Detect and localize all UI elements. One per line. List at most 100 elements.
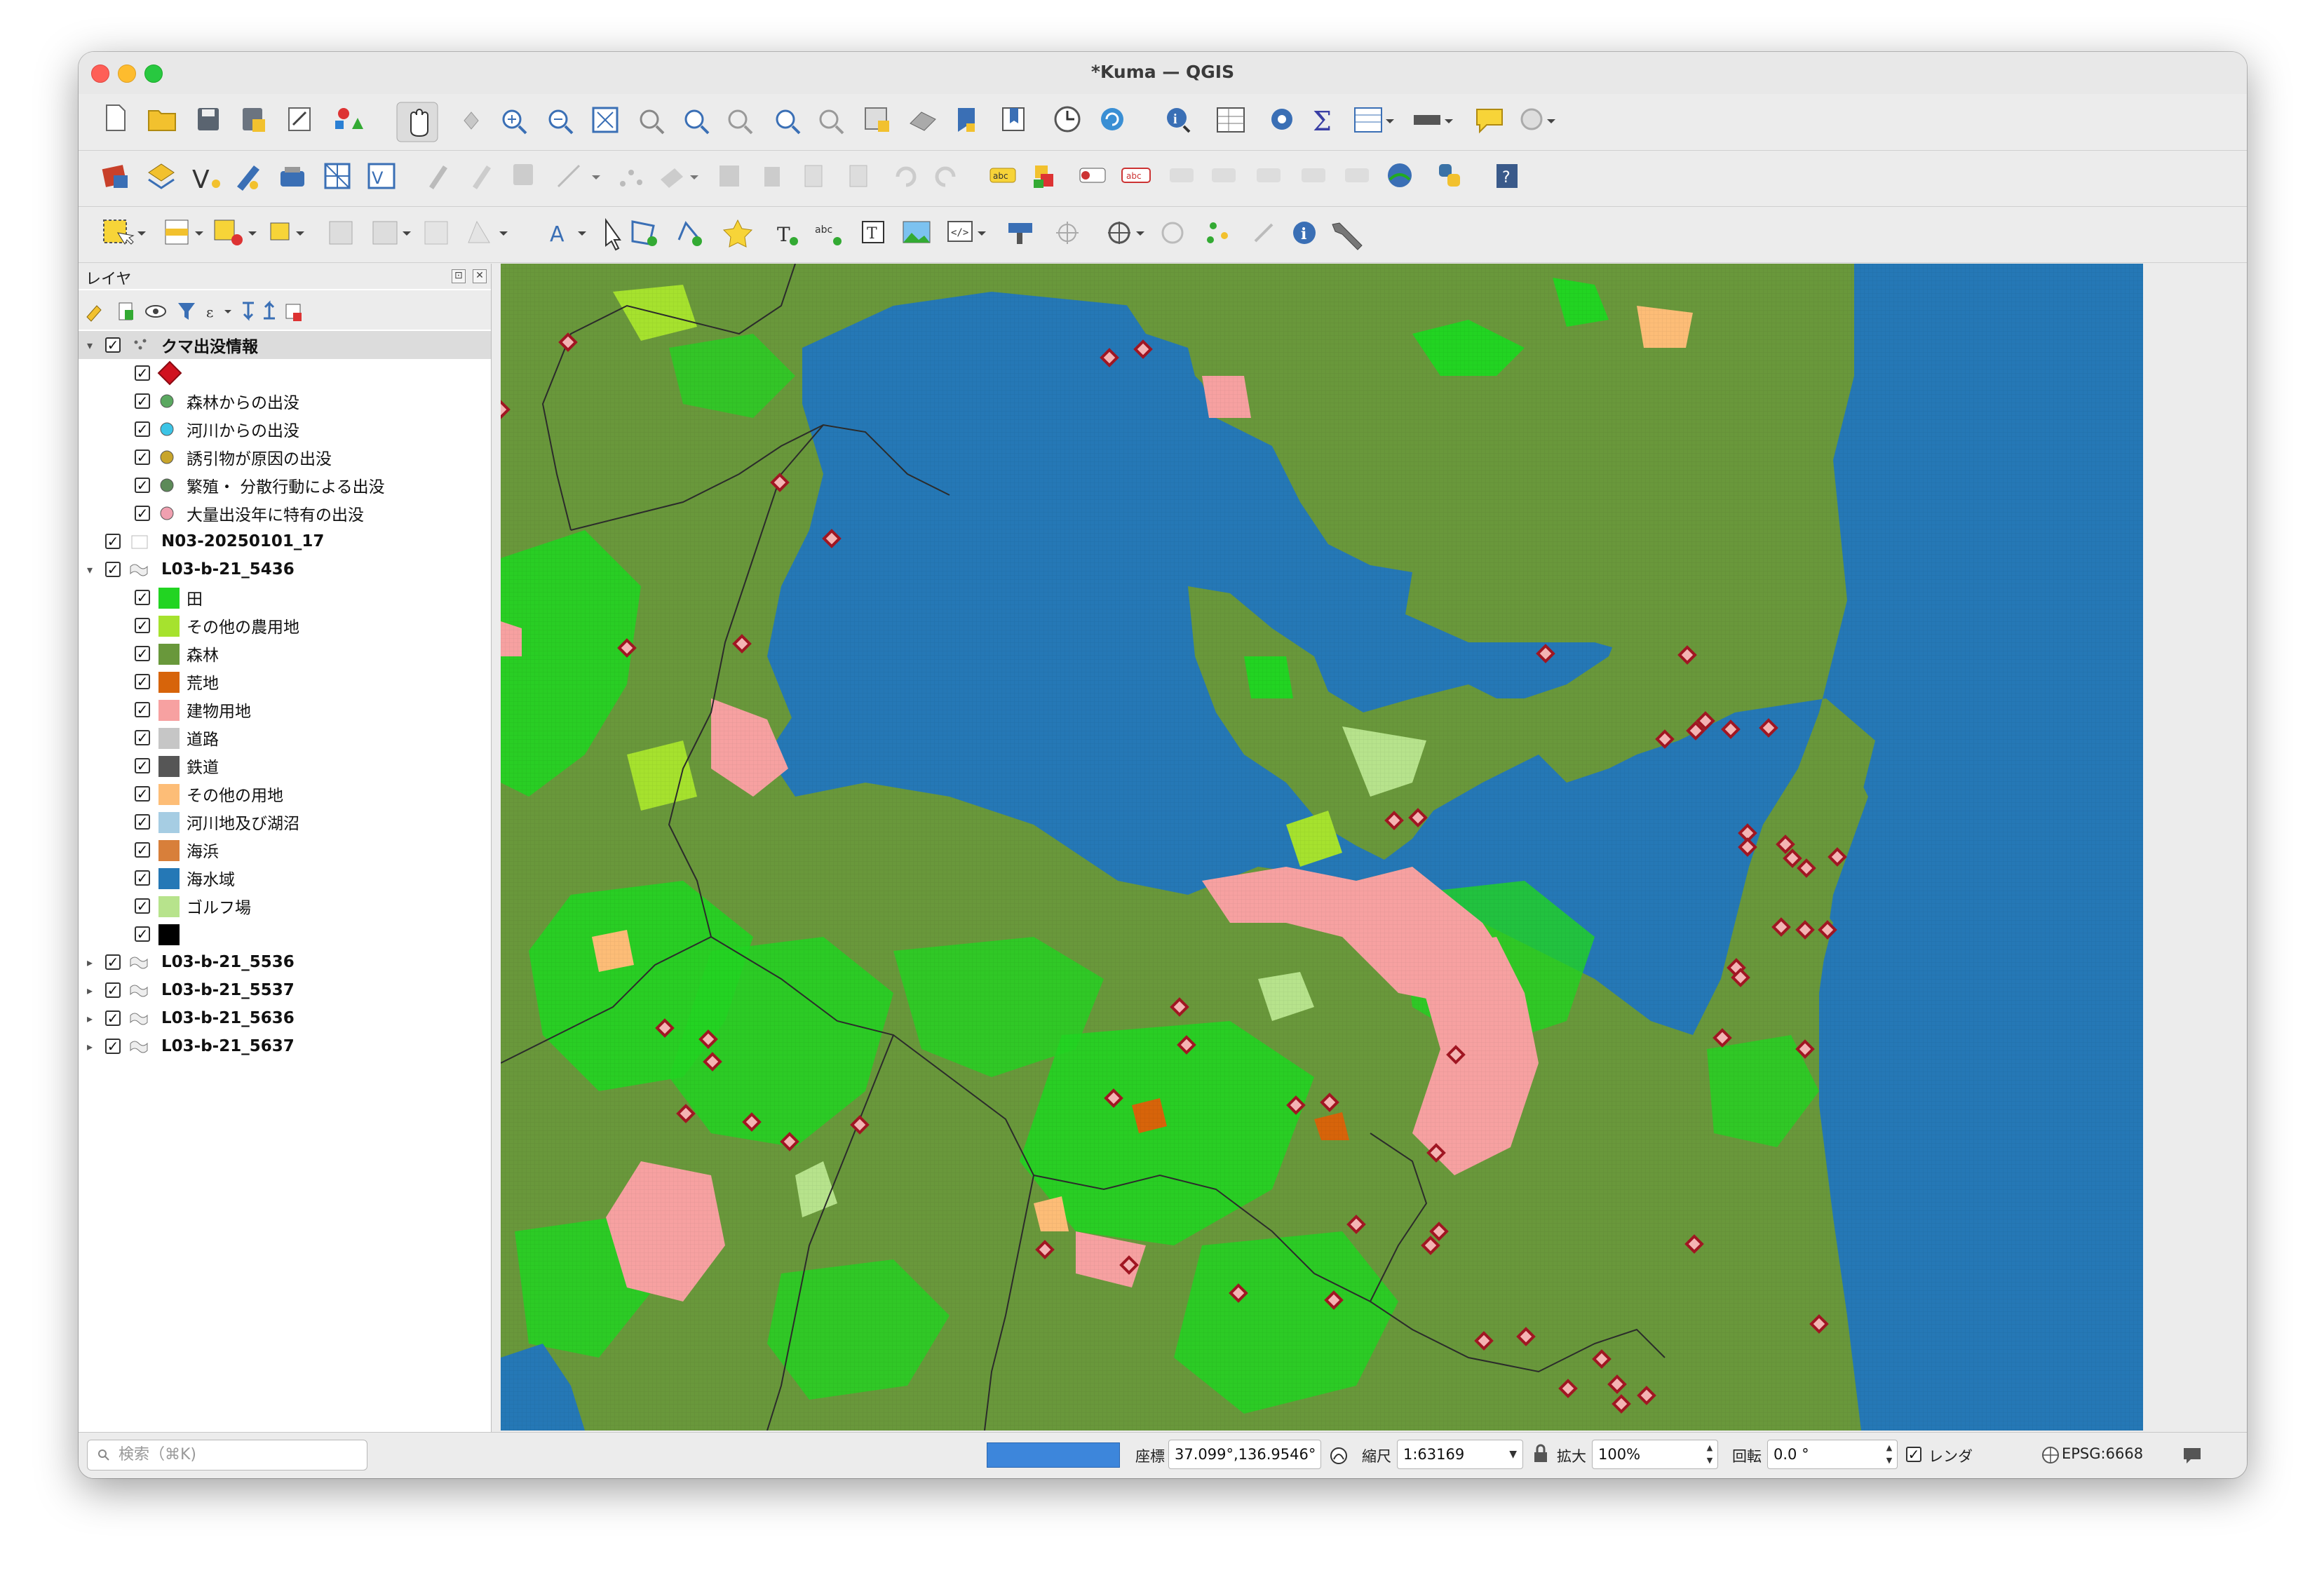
legend-item-checkbox[interactable]: ✓ <box>135 421 150 437</box>
layer-group-row[interactable]: ▸ ✓ L03-b-21_5637 <box>79 1032 491 1060</box>
georeferencer-icon[interactable] <box>1388 163 1412 187</box>
layer-visibility-checkbox[interactable]: ✓ <box>105 562 121 577</box>
legend-item-row[interactable]: ✓ 河川地及び湖沼 <box>79 808 491 836</box>
new-3d-map-view-icon[interactable] <box>910 111 936 131</box>
legend-item-row[interactable]: ✓ 鉄道 <box>79 752 491 780</box>
style-paint-icon[interactable] <box>86 305 102 322</box>
layer-group-row[interactable]: ▾ ✓ L03-b-21_5436 <box>79 555 491 583</box>
layout-manager-icon[interactable] <box>288 107 311 131</box>
processing-toolbox-icon[interactable] <box>1271 109 1292 130</box>
legend-item-row[interactable]: ✓ 建物用地 <box>79 696 491 724</box>
add-vector-layer-icon[interactable] <box>148 163 175 189</box>
lock-icon[interactable] <box>1532 1444 1550 1465</box>
digitize-with-segment-icon[interactable] <box>557 164 600 188</box>
legend-item-row[interactable]: ✓ 繁殖・ 分散行動による出没 <box>79 471 491 499</box>
label-change-icon[interactable] <box>1257 168 1281 182</box>
rotation-spinbox[interactable]: 0.0 ° ▲ ▼ <box>1767 1440 1898 1469</box>
spin-arrows-icon[interactable]: ▲ ▼ <box>1703 1442 1716 1467</box>
zoom-out-icon[interactable] <box>548 109 574 135</box>
legend-item-row[interactable]: ✓ 大量出没年に特有の出没 <box>79 499 491 527</box>
copy-features-icon[interactable] <box>804 165 823 187</box>
layer-group-row[interactable]: ▸ ✓ L03-b-21_5636 <box>79 1004 491 1032</box>
label-rules-icon[interactable] <box>1034 165 1053 188</box>
map-tips-icon[interactable] <box>1476 109 1503 134</box>
expand-arrow-icon[interactable]: ▸ <box>84 1012 95 1025</box>
new-mesh-layer-icon[interactable] <box>324 163 351 189</box>
layer-visibility-checkbox[interactable]: ✓ <box>105 337 121 353</box>
legend-item-row[interactable]: ✓ ゴルフ場 <box>79 892 491 920</box>
legend-item-checkbox[interactable]: ✓ <box>135 646 150 661</box>
measure-line-icon[interactable] <box>1414 115 1453 125</box>
legend-item-checkbox[interactable]: ✓ <box>135 674 150 689</box>
legend-item-checkbox[interactable]: ✓ <box>135 618 150 633</box>
messages-icon[interactable] <box>2181 1444 2203 1465</box>
new-virtual-layer-icon[interactable]: V <box>367 163 396 189</box>
legend-item-row[interactable]: ✓ 道路 <box>79 724 491 752</box>
create-text-along-line-icon[interactable]: abc <box>815 224 842 245</box>
pan-map-icon[interactable] <box>396 102 438 142</box>
open-field-calc-icon[interactable] <box>372 221 411 245</box>
zoom-last-icon[interactable] <box>776 109 801 135</box>
style-manager-icon[interactable] <box>335 108 363 129</box>
help-icon[interactable]: ? <box>1497 164 1518 188</box>
label-rotate-icon[interactable] <box>1212 168 1236 182</box>
legend-item-row[interactable]: ✓ 森林からの出没 <box>79 387 491 415</box>
cut-features-icon[interactable] <box>764 167 780 187</box>
create-picture-annotation-icon[interactable] <box>903 221 931 243</box>
identify-features-icon[interactable]: i <box>1167 108 1191 133</box>
expand-arrow-icon[interactable]: ▸ <box>84 1040 95 1053</box>
layer-group-row[interactable]: ✓ N03-20250101_17 <box>79 527 491 555</box>
digitize-vertices-icon[interactable]: V <box>192 165 220 194</box>
topology-checker-icon[interactable] <box>1161 222 1184 244</box>
label-move-icon[interactable] <box>1170 168 1194 182</box>
information-icon[interactable]: i <box>1293 222 1316 244</box>
save-edits-icon[interactable] <box>513 164 533 185</box>
crs-globe-icon[interactable] <box>2041 1445 2060 1465</box>
filter-legend-icon[interactable] <box>178 303 195 320</box>
select-by-value-icon[interactable] <box>165 219 203 245</box>
expand-arrow-icon[interactable]: ▾ <box>84 339 95 352</box>
select-location-icon[interactable] <box>270 222 304 241</box>
label-highlight-icon[interactable]: abc <box>1121 168 1151 183</box>
legend-item-checkbox[interactable]: ✓ <box>135 898 150 914</box>
legend-item-row[interactable]: ✓ 海水域 <box>79 864 491 892</box>
python-console-icon[interactable] <box>1439 164 1460 187</box>
legend-item-checkbox[interactable]: ✓ <box>135 590 150 605</box>
measure-angle-icon[interactable] <box>468 220 508 243</box>
expand-arrow-icon[interactable]: ▾ <box>84 563 95 576</box>
layer-visibility-checkbox[interactable]: ✓ <box>105 982 121 998</box>
open-project-icon[interactable] <box>148 110 176 131</box>
legend-item-checkbox[interactable]: ✓ <box>135 842 150 858</box>
modify-attributes-icon[interactable] <box>661 168 698 188</box>
zoom-in-icon[interactable] <box>502 109 527 135</box>
legend-item-checkbox[interactable]: ✓ <box>135 449 150 465</box>
cursor-crosshair-icon[interactable] <box>1056 222 1079 244</box>
measure-area-icon[interactable] <box>424 221 448 245</box>
legend-item-checkbox[interactable]: ✓ <box>135 478 150 493</box>
layer-group-row[interactable]: ▾ ✓ クマ出没情報 <box>79 331 491 359</box>
crs-button[interactable]: EPSG:6668 <box>2062 1445 2143 1462</box>
deselect-all-icon[interactable] <box>214 219 257 245</box>
measure-table-icon[interactable] <box>1217 107 1245 133</box>
locator-search-input[interactable]: 検索（⌘K) <box>87 1440 367 1471</box>
create-polygon-annotation-icon[interactable] <box>631 220 657 246</box>
legend-item-row[interactable]: ✓ 河川からの出没 <box>79 415 491 443</box>
data-source-manager-icon[interactable] <box>102 165 128 188</box>
coordinate-field[interactable]: 37.099°,136.9546° <box>1168 1440 1321 1469</box>
current-edits-icon[interactable] <box>429 165 447 189</box>
legend-item-checkbox[interactable]: ✓ <box>135 702 150 717</box>
legend-item-checkbox[interactable]: ✓ <box>135 506 150 521</box>
select-annotation-icon[interactable] <box>605 217 621 251</box>
render-checkbox[interactable]: ✓ <box>1906 1447 1921 1462</box>
trace-icon[interactable] <box>1254 223 1274 243</box>
label-properties-icon[interactable] <box>1345 168 1369 182</box>
manage-visibility-icon[interactable] <box>145 305 166 318</box>
legend-item-row[interactable]: ✓ <box>79 359 491 387</box>
new-shapefile-icon[interactable] <box>237 165 259 191</box>
create-line-annotation-icon[interactable] <box>677 221 702 246</box>
redo-icon[interactable] <box>935 166 956 187</box>
layer-group-row[interactable]: ▸ ✓ L03-b-21_5537 <box>79 976 491 1004</box>
label-tool-icon[interactable]: abc <box>989 168 1016 183</box>
statistical-summary-icon[interactable]: Σ <box>1313 106 1332 137</box>
legend-item-checkbox[interactable]: ✓ <box>135 758 150 773</box>
